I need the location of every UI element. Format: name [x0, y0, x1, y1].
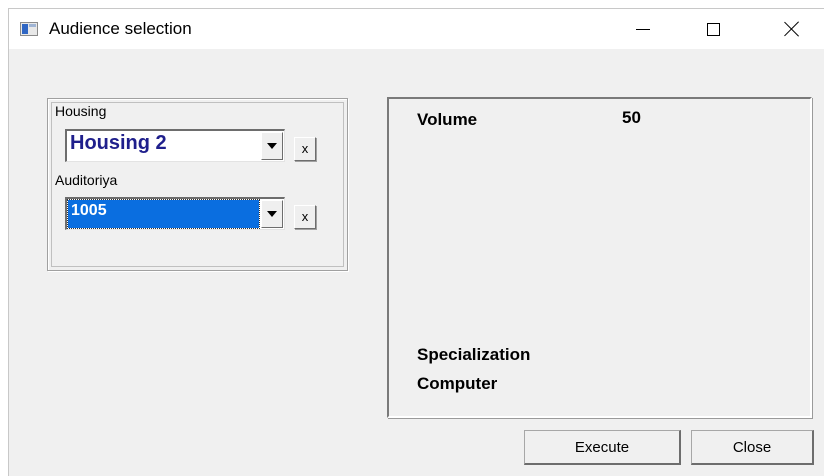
title-bar[interactable]: Audience selection — [9, 9, 824, 49]
minimize-button[interactable] — [620, 9, 666, 49]
housing-selected-value: Housing 2 — [70, 132, 167, 154]
audience-info-panel: Volume 50 Specialization Computer — [387, 97, 812, 418]
auditoriya-selected-value: 1005 — [71, 202, 107, 219]
execute-button[interactable]: Execute — [524, 430, 681, 465]
maximize-icon — [706, 22, 720, 36]
window-title: Audience selection — [49, 19, 192, 38]
housing-dropdown-button[interactable] — [261, 132, 283, 160]
volume-value: 50 — [622, 108, 641, 127]
maximize-button[interactable] — [690, 9, 736, 49]
audience-selection-window: Audience selection Housing Housing 2 x A… — [8, 8, 824, 476]
close-window-button[interactable] — [769, 9, 815, 49]
close-button[interactable]: Close — [691, 430, 814, 465]
housing-label: Housing — [55, 103, 107, 119]
auditoriya-clear-button[interactable]: x — [294, 205, 316, 229]
chevron-down-icon — [267, 211, 277, 217]
minimize-icon — [636, 28, 650, 30]
specialization-label: Specialization — [417, 345, 531, 364]
housing-clear-button[interactable]: x — [294, 137, 316, 161]
auditoriya-label: Auditoriya — [55, 172, 118, 188]
auditoriya-combobox[interactable]: 1005 — [65, 197, 285, 230]
housing-combobox[interactable]: Housing 2 — [65, 129, 285, 162]
volume-label: Volume — [417, 110, 478, 129]
app-window-icon — [20, 22, 38, 36]
close-icon — [784, 21, 800, 37]
specialization-value: Computer — [417, 374, 498, 393]
selection-group: Housing Housing 2 x Auditoriya 1005 x — [47, 98, 348, 271]
auditoriya-dropdown-button[interactable] — [261, 200, 283, 228]
chevron-down-icon — [267, 143, 277, 149]
